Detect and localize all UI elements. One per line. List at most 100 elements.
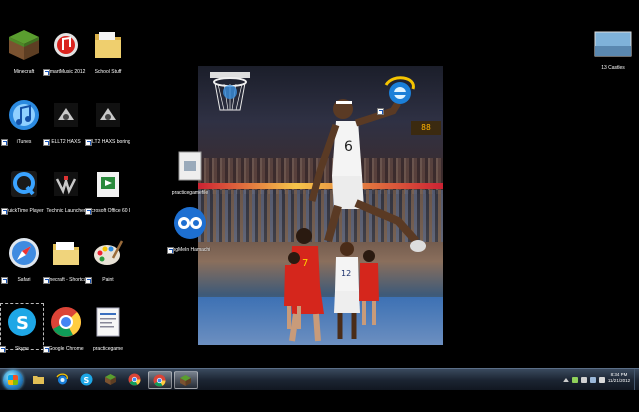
file-icon <box>178 151 202 181</box>
safari-compass-icon <box>9 238 39 268</box>
desktop-icon-13-castles[interactable]: 13 Castles <box>591 30 635 71</box>
itunes-icon <box>9 100 39 130</box>
desktop-icon-internet-explorer[interactable] <box>377 75 422 115</box>
minecraft-grass-block-icon <box>180 375 191 386</box>
shortcut-arrow-icon <box>43 139 50 146</box>
desktop-icon-school-stuff[interactable]: School Stuff <box>86 28 130 75</box>
taskbar: S 8:34 PM 11/21/2012 <box>0 368 639 391</box>
desktop-icon-label: Google Chrome <box>48 346 84 352</box>
shortcut-arrow-icon <box>0 346 6 353</box>
desktop-icon-ellt2-haxs[interactable]: ELLT2 HAXS <box>43 98 88 146</box>
shortcut-arrow-icon <box>85 277 92 284</box>
taskbar-button-minecraft[interactable] <box>100 371 122 389</box>
shortcut-arrow-icon <box>43 69 50 76</box>
haxs-app-icon <box>54 103 78 127</box>
tray-app-icon[interactable] <box>572 377 578 383</box>
google-chrome-icon <box>128 373 141 386</box>
desktop-icon-label: SmartMusic 2012 <box>46 69 86 75</box>
basketball-hoop-icon <box>210 72 250 111</box>
desktop-icon-label: School Stuff <box>94 69 122 75</box>
svg-text:6: 6 <box>344 139 353 155</box>
shortcut-arrow-icon <box>85 208 92 215</box>
taskbar-button-explorer[interactable] <box>28 371 50 389</box>
minecraft-grass-block-icon <box>105 374 116 385</box>
desktop[interactable]: 88 6 7 12 Minecraft iTunes QuickTime Pla… <box>0 0 639 368</box>
screen-bottom-border <box>0 390 639 412</box>
desktop-icon-label: Paint <box>102 277 114 283</box>
shortcut-arrow-icon <box>1 208 8 215</box>
desktop-icon-quicktime[interactable]: QuickTime Player <box>1 167 46 215</box>
clock-date: 11/21/2012 <box>607 378 631 383</box>
desktop-icon-paint[interactable]: Paint <box>85 236 130 284</box>
shortcut-arrow-icon <box>377 108 384 115</box>
internet-explorer-icon <box>384 76 415 104</box>
desktop-icon-smartmusic[interactable]: SmartMusic 2012 <box>43 28 88 76</box>
svg-text:S: S <box>84 376 90 385</box>
desktop-icon-label: practicegamefile <box>171 190 209 196</box>
skype-icon: S <box>80 373 93 386</box>
taskbar-button-chrome[interactable] <box>124 371 146 389</box>
taskbar-clock[interactable]: 8:34 PM 11/21/2012 <box>605 372 633 384</box>
taskbar-button-chrome-active[interactable] <box>148 371 172 389</box>
haxs-app-icon <box>96 103 120 127</box>
desktop-icon-label: LogMeIn Hamachi <box>169 247 211 253</box>
opponent-player-figure-3 <box>359 250 379 325</box>
system-tray <box>563 374 605 386</box>
desktop-icon-hamachi[interactable]: LogMeIn Hamachi <box>167 206 212 254</box>
desktop-icon-ellt2-haxs-boring[interactable]: ELLT2 HAXS boring stuff <box>85 98 130 146</box>
desktop-icon-label: Safari <box>17 277 31 283</box>
image-thumbnail-icon <box>594 31 632 57</box>
shortcut-arrow-icon <box>85 139 92 146</box>
show-desktop-button[interactable] <box>634 369 639 391</box>
shortcut-arrow-icon <box>43 346 50 353</box>
document-icon <box>96 307 120 337</box>
smartmusic-icon <box>54 33 78 57</box>
desktop-icon-practicegamefile[interactable]: practicegamefile <box>168 149 212 196</box>
shortcut-arrow-icon <box>43 277 50 284</box>
folder-icon <box>95 32 121 58</box>
desktop-icon-label: iTunes <box>16 139 32 145</box>
desktop-icon-technic-launcher[interactable]: Technic Launcher <box>44 167 88 214</box>
svg-text:12: 12 <box>341 269 351 278</box>
minecraft-grass-block-icon <box>9 30 39 60</box>
tray-expand-icon[interactable] <box>563 378 569 382</box>
action-center-flag-icon[interactable] <box>581 377 587 383</box>
desktop-icon-practicegame[interactable]: practicegame <box>86 305 130 352</box>
desktop-icon-label: practicegame <box>92 346 123 352</box>
start-button[interactable] <box>3 370 23 390</box>
desktop-icon-label: ELLT2 HAXS <box>51 139 81 145</box>
taskbar-button-internet-explorer[interactable] <box>52 371 74 389</box>
google-chrome-icon <box>51 307 81 337</box>
desktop-icon-label: Technic Launcher <box>46 208 86 214</box>
desktop-icon-office-trial[interactable]: Microsoft Office 60 Day Trial <box>85 167 130 215</box>
opponent-player-figure-2 <box>284 252 304 329</box>
desktop-icon-label: Microsoft Office 60 Day Trial <box>86 208 130 214</box>
paint-palette-icon <box>94 240 124 265</box>
taskbar-button-skype[interactable]: S <box>76 371 98 389</box>
desktop-icon-itunes[interactable]: iTunes <box>1 98 46 146</box>
quicktime-icon <box>11 171 37 197</box>
skype-icon: S <box>8 308 36 336</box>
desktop-icon-label: QuickTime Player <box>4 208 44 214</box>
desktop-icon-skype[interactable]: S Skype <box>0 305 44 353</box>
shortcut-arrow-icon <box>1 139 8 146</box>
desktop-icon-google-chrome[interactable]: Google Chrome <box>43 305 88 353</box>
google-chrome-icon <box>153 374 166 387</box>
network-icon[interactable] <box>590 377 596 383</box>
shortcut-arrow-icon <box>1 277 8 284</box>
desktop-icon-label: Skype <box>15 346 29 352</box>
hamachi-icon <box>174 207 206 239</box>
internet-explorer-icon <box>56 373 68 385</box>
desktop-icon-label: minecraft - Shortcut <box>44 277 88 283</box>
shortcut-arrow-icon <box>167 247 174 254</box>
desktop-icon-minecraft[interactable]: Minecraft <box>2 28 46 75</box>
folder-icon <box>33 376 44 384</box>
desktop-icon-safari[interactable]: Safari <box>1 236 46 284</box>
desktop-icon-label: ELLT2 HAXS boring stuff <box>86 139 130 145</box>
folder-icon <box>53 242 79 265</box>
desktop-icon-label: 13 Castles <box>601 65 625 71</box>
desktop-icon-label: Minecraft <box>13 69 35 75</box>
taskbar-button-minecraft-active[interactable] <box>174 371 198 389</box>
technic-launcher-icon <box>54 172 78 196</box>
desktop-icon-minecraft-shortcut[interactable]: minecraft - Shortcut <box>43 236 88 284</box>
